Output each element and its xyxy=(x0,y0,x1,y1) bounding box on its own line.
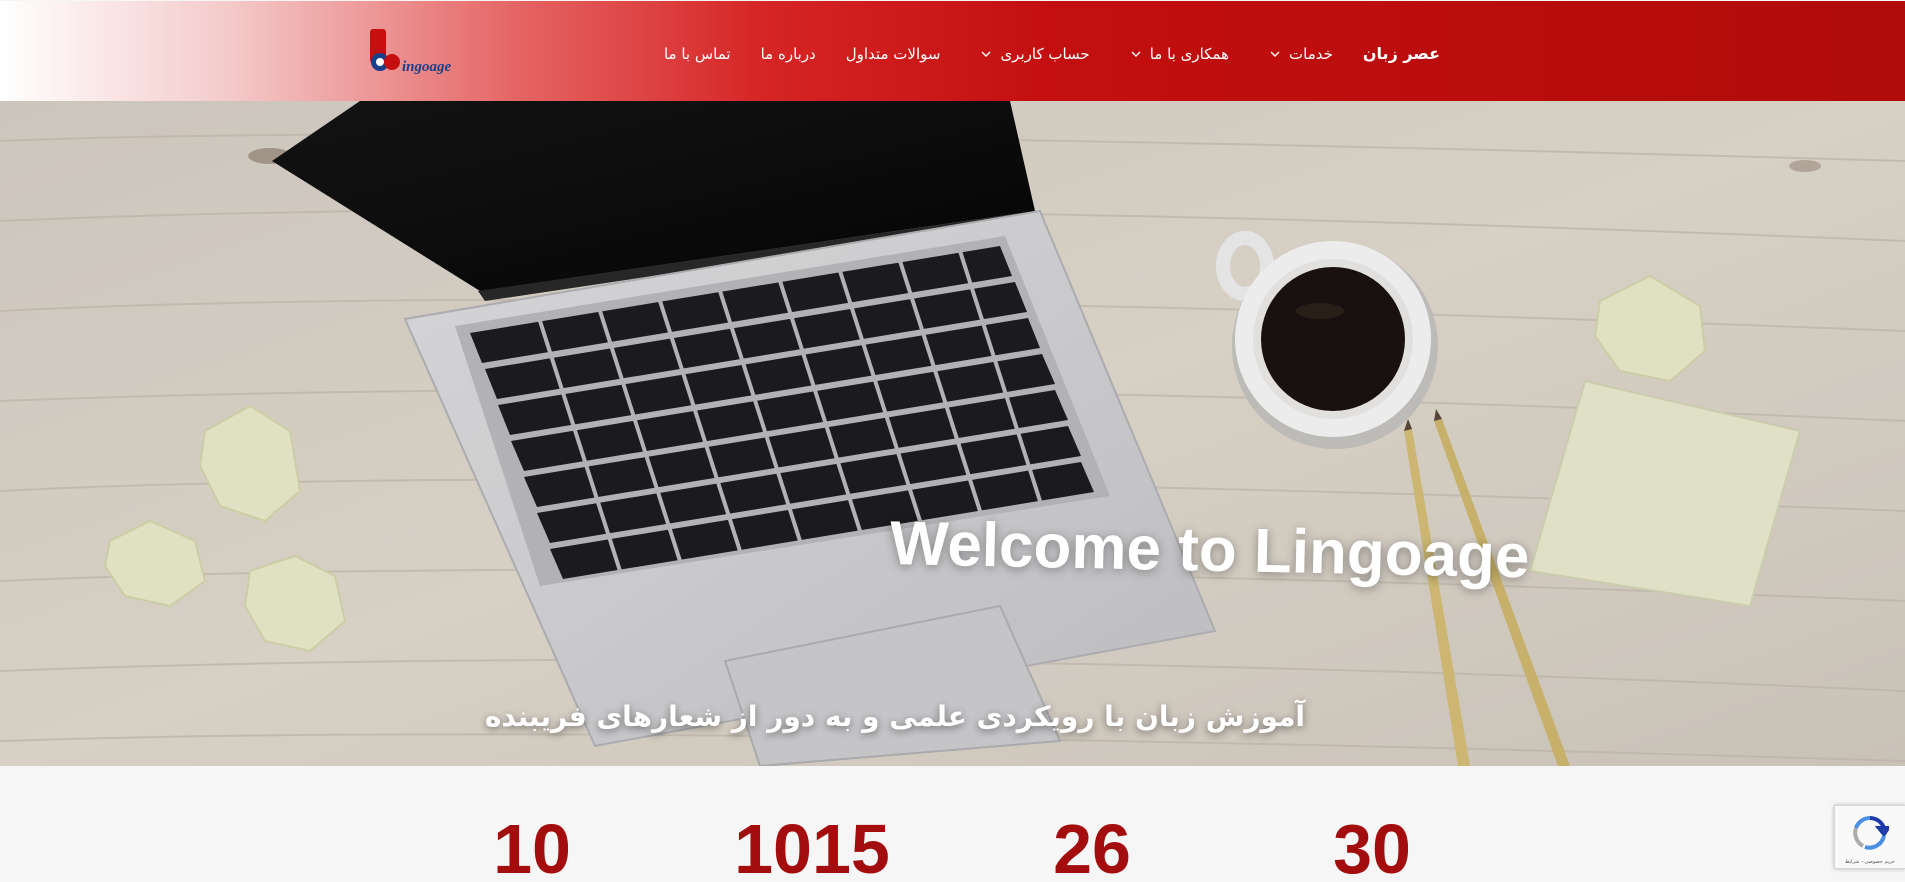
main-nav: عصر زبان خدمات همکاری با ما حساب کاربری … xyxy=(664,39,1440,69)
stat-counter: 10 xyxy=(493,810,571,882)
site-header: ingoage عصر زبان خدمات همکاری با ما حساب… xyxy=(0,1,1905,101)
lingoage-logo[interactable]: ingoage xyxy=(368,27,470,75)
stat-counter: 26 xyxy=(1053,810,1131,882)
nav-item-contact[interactable]: تماس با ما xyxy=(664,39,731,69)
nav-label: حساب کاربری xyxy=(1000,45,1090,63)
nav-label: تماس با ما xyxy=(663,45,731,63)
recaptcha-badge[interactable]: حریم خصوصی - شرایط xyxy=(1834,805,1905,869)
nav-label: عصر زبان xyxy=(1362,44,1440,63)
logo-text: ingoage xyxy=(402,59,452,75)
nav-label: درباره ما xyxy=(760,45,816,63)
nav-item-services[interactable]: خدمات xyxy=(1269,39,1333,69)
hero-banner xyxy=(0,101,1905,766)
chevron-down-icon xyxy=(1270,51,1280,57)
hero-title: Welcome to Lingoage xyxy=(889,509,1531,592)
nav-label: خدمات xyxy=(1289,45,1333,63)
recaptcha-icon xyxy=(1853,816,1889,850)
hero-background-image xyxy=(0,101,1905,766)
recaptcha-links[interactable]: حریم خصوصی - شرایط xyxy=(1837,859,1903,865)
nav-item-account[interactable]: حساب کاربری xyxy=(980,39,1090,69)
chevron-down-icon xyxy=(981,51,991,57)
chevron-down-icon xyxy=(1131,51,1141,57)
nav-item-about[interactable]: درباره ما xyxy=(761,39,816,69)
stats-section: 10 1015 26 30 xyxy=(0,766,1905,882)
nav-label: سوالات متداول xyxy=(845,45,941,63)
hero-subtitle: آموزش زبان با رویکردی علمی و به دور از ش… xyxy=(484,700,1305,733)
stat-counter: 30 xyxy=(1333,810,1411,882)
stat-counter: 1015 xyxy=(734,810,890,882)
nav-item-faq[interactable]: سوالات متداول xyxy=(846,39,941,69)
nav-label: همکاری با ما xyxy=(1149,45,1230,63)
nav-item-cooperate[interactable]: همکاری با ما xyxy=(1130,39,1229,69)
nav-item-brand[interactable]: عصر زبان xyxy=(1363,39,1440,69)
